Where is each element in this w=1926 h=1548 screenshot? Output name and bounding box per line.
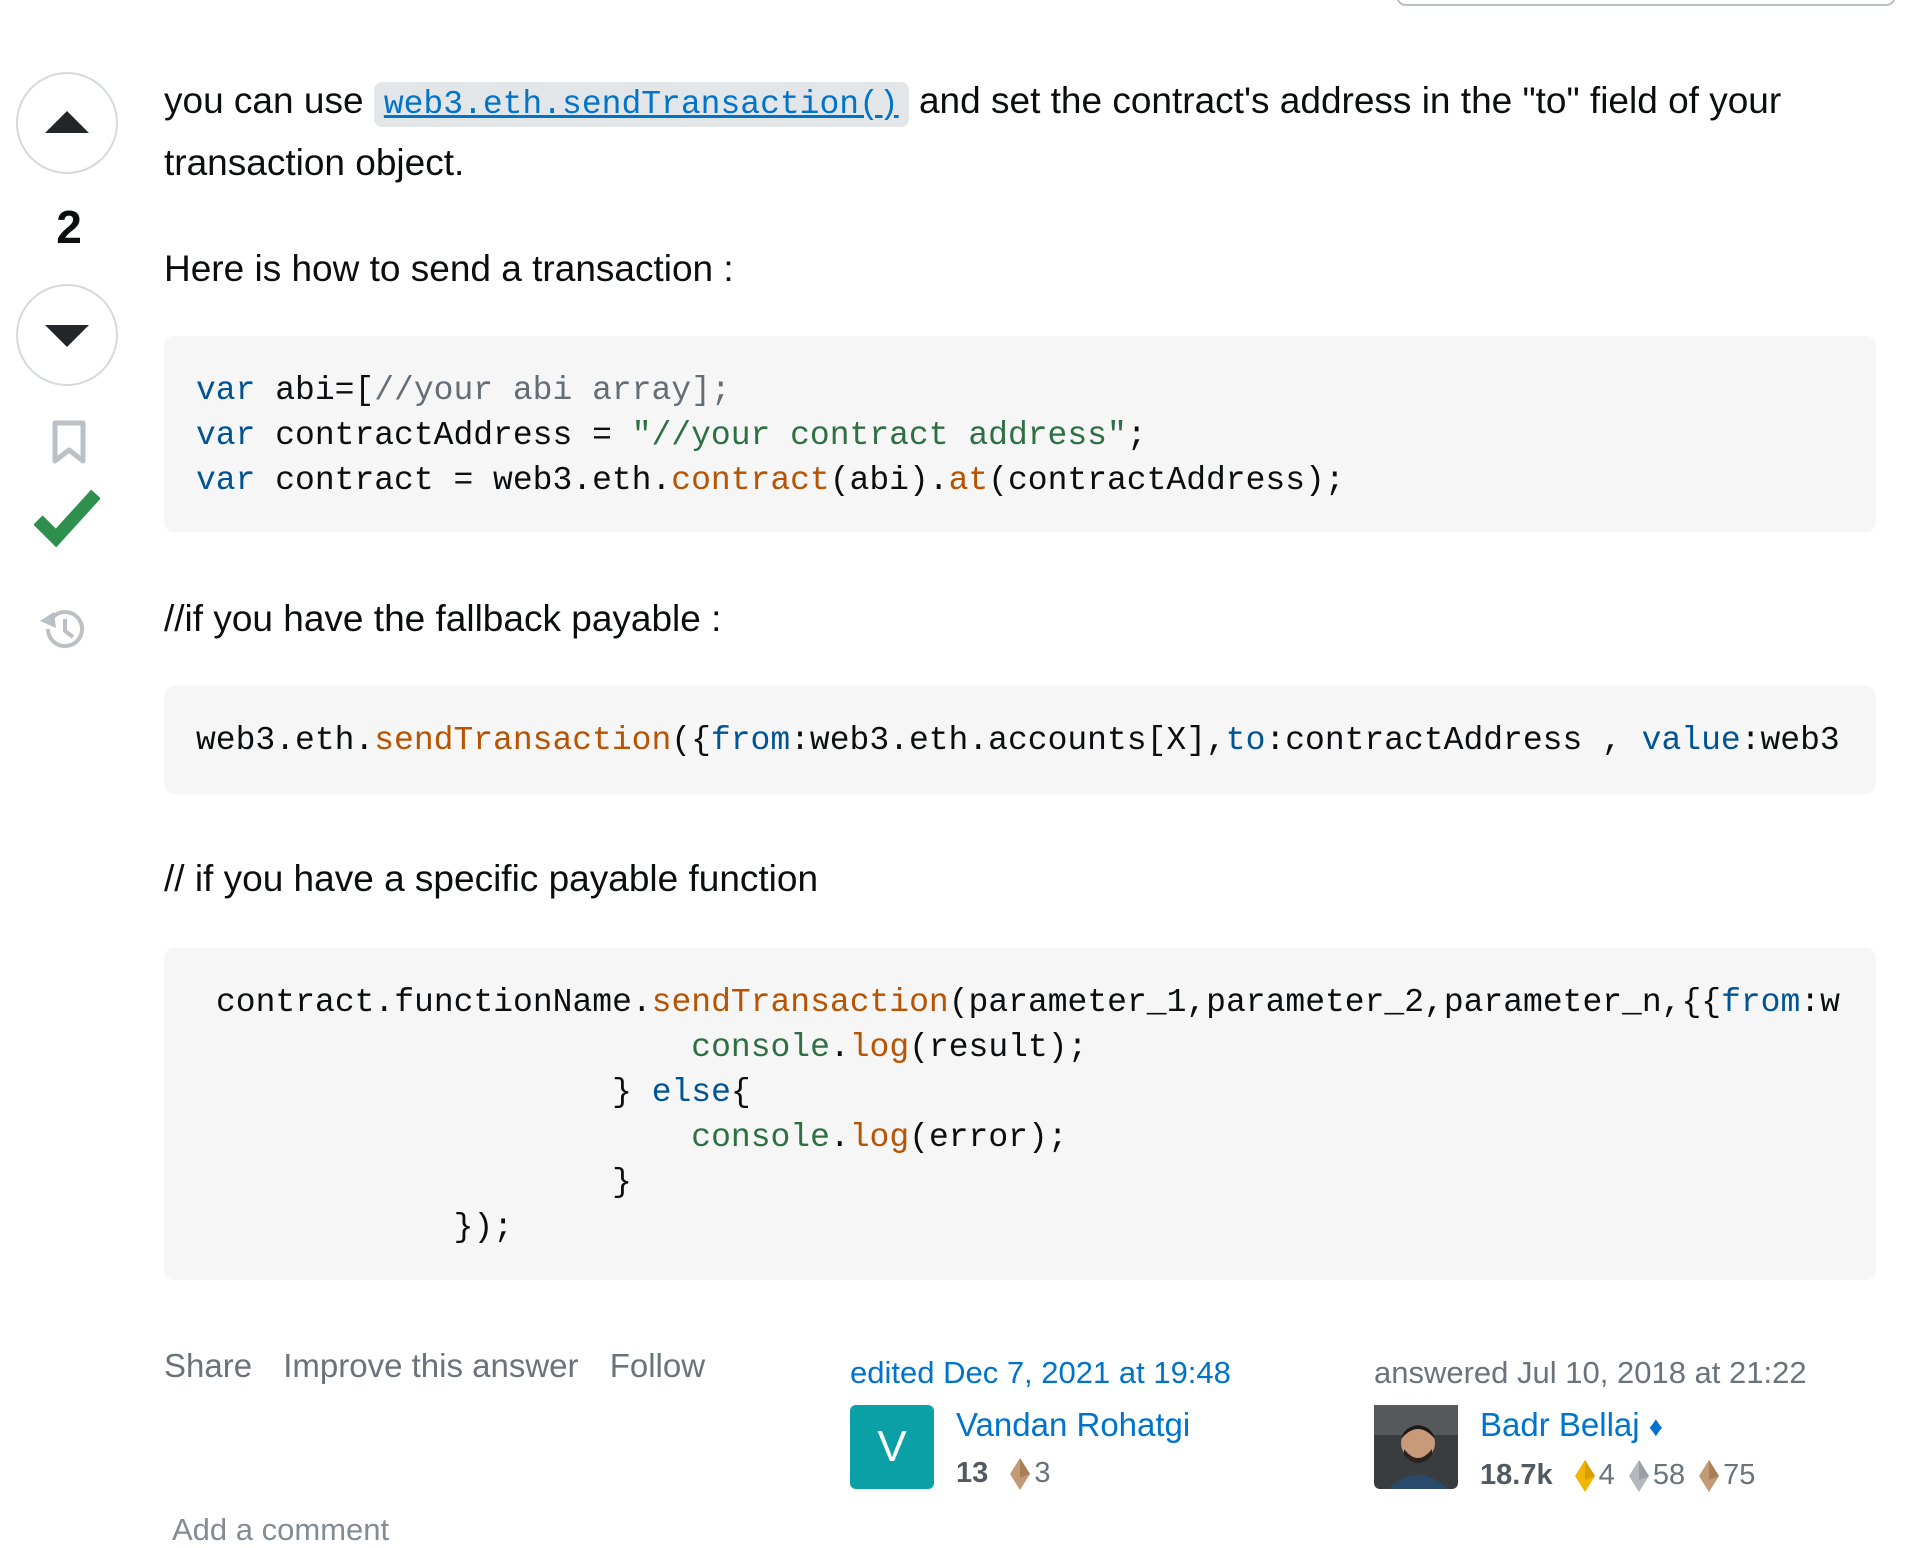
owner-reputation: 18.7k 4 58 75	[1480, 1457, 1755, 1493]
follow-link[interactable]: Follow	[610, 1347, 705, 1384]
moderator-diamond-icon: ♦	[1648, 1411, 1664, 1442]
silver-badge-icon	[1628, 1460, 1649, 1493]
owner-signature: answered Jul 10, 2018 at 21:22 Badr Bell…	[1374, 1355, 1807, 1493]
gold-badge-icon	[1574, 1460, 1595, 1493]
how-to-paragraph: Here is how to send a transaction :	[164, 248, 734, 289]
editor-bronze-count: 3	[1034, 1457, 1051, 1489]
bronze-badge-icon	[1010, 1458, 1031, 1491]
code-block-setup: var abi=[//your abi array]; var contract…	[164, 336, 1876, 532]
owner-avatar[interactable]	[1374, 1405, 1458, 1489]
edit-timestamp-link[interactable]: edited Dec 7, 2021 at 19:48	[850, 1355, 1231, 1391]
owner-name-link[interactable]: Badr Bellaj ♦	[1480, 1405, 1755, 1447]
search-field-edge[interactable]	[1396, 0, 1896, 6]
history-icon	[40, 610, 84, 649]
share-link[interactable]: Share	[164, 1347, 252, 1384]
answer-timestamp[interactable]: answered Jul 10, 2018 at 21:22	[1374, 1355, 1807, 1391]
intro-paragraph: you can use web3.eth.sendTransaction() a…	[164, 80, 1782, 183]
inline-code-link[interactable]: web3.eth.sendTransaction()	[373, 82, 909, 127]
owner-gold-count: 4	[1598, 1459, 1615, 1491]
fallback-paragraph: //if you have the fallback payable :	[164, 598, 722, 639]
editor-user: V Vandan Rohatgi 13 3	[850, 1405, 1190, 1491]
owner-rep-score: 18.7k	[1480, 1459, 1553, 1491]
vote-count: 2	[56, 201, 82, 253]
bookmark-icon	[52, 420, 86, 464]
owner-avatar-image	[1374, 1405, 1458, 1489]
editor-signature: edited Dec 7, 2021 at 19:48 V Vandan Roh…	[850, 1355, 1231, 1491]
owner-silver-count: 58	[1652, 1459, 1686, 1491]
arrow-down-icon	[45, 325, 89, 347]
editor-rep-score: 13	[956, 1457, 989, 1489]
upvote-button[interactable]	[16, 72, 118, 174]
accepted-check-icon	[33, 486, 101, 553]
owner-user: Badr Bellaj ♦ 18.7k 4 58 75	[1374, 1405, 1755, 1493]
post-menu: Share Improve this answer Follow	[164, 1347, 727, 1385]
downvote-button[interactable]	[16, 284, 118, 386]
timeline-button[interactable]	[38, 606, 86, 657]
improve-answer-link[interactable]: Improve this answer	[283, 1347, 578, 1384]
bookmark-button[interactable]	[52, 420, 86, 469]
editor-avatar[interactable]: V	[850, 1405, 934, 1489]
bronze-badge-icon	[1699, 1460, 1720, 1493]
owner-bronze-count: 75	[1723, 1459, 1756, 1491]
editor-reputation: 13 3	[956, 1455, 1190, 1491]
add-comment-link[interactable]: Add a comment	[172, 1512, 389, 1548]
specific-function-paragraph: // if you have a specific payable functi…	[164, 858, 819, 899]
code-block-fallback: web3.eth.sendTransaction({from:web3.eth.…	[164, 686, 1876, 794]
arrow-up-icon	[45, 111, 89, 133]
code-block-specific: contract.functionName.sendTransaction(pa…	[164, 948, 1876, 1280]
editor-name-link[interactable]: Vandan Rohatgi	[956, 1405, 1190, 1445]
